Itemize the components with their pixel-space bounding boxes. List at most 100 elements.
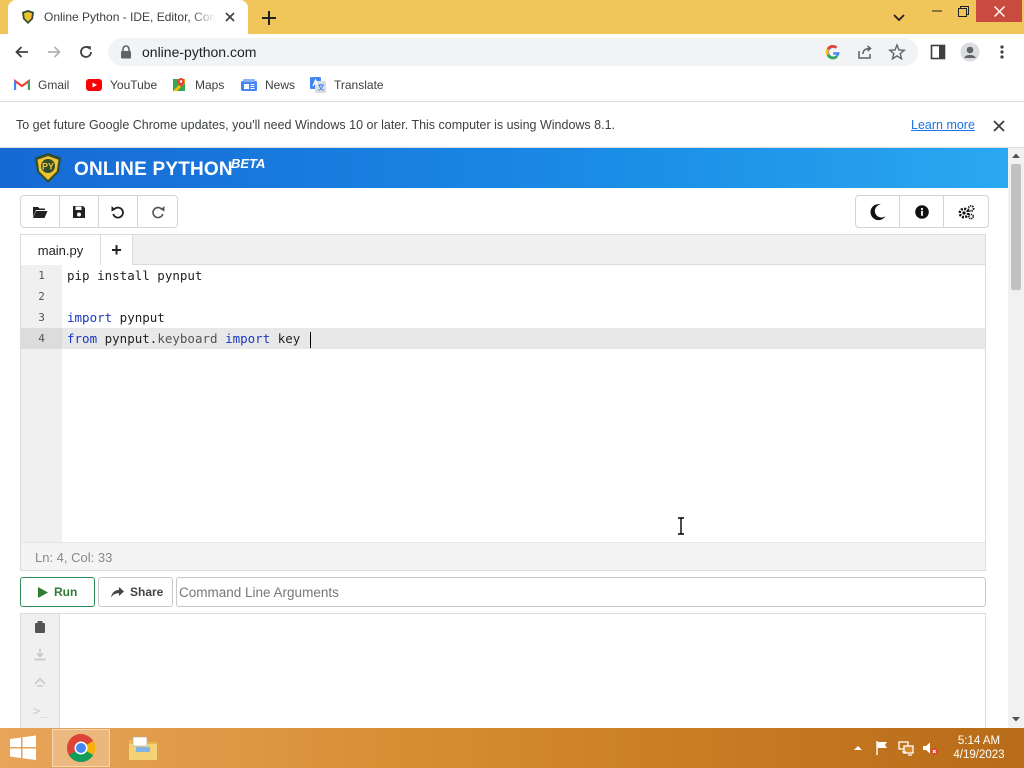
code-area[interactable]: pip install pynput import pynput from py… bbox=[62, 265, 985, 542]
output-console: >_ bbox=[20, 613, 986, 728]
download-icon bbox=[34, 649, 46, 661]
file-toolbar bbox=[20, 195, 178, 228]
volume-muted-icon[interactable] bbox=[922, 740, 938, 756]
window-restore-button[interactable] bbox=[950, 0, 976, 22]
open-file-button[interactable] bbox=[21, 196, 60, 227]
bookmark-news[interactable]: News bbox=[241, 76, 295, 94]
reload-button[interactable] bbox=[74, 40, 98, 64]
keyword-token: import bbox=[67, 310, 113, 325]
scroll-down-icon[interactable] bbox=[1012, 715, 1020, 723]
bookmark-maps[interactable]: Maps bbox=[171, 76, 224, 94]
redo-button[interactable] bbox=[138, 196, 177, 227]
bookmark-translate[interactable]: Translate bbox=[310, 76, 384, 94]
beta-badge: BETA bbox=[231, 156, 266, 171]
console-sidebar: >_ bbox=[21, 614, 60, 728]
line-number-gutter: 1 2 3 4 bbox=[21, 265, 62, 542]
logo-text: PY bbox=[42, 162, 54, 172]
cursor-position: Ln: 4, Col: 33 bbox=[35, 550, 113, 565]
chrome-icon bbox=[67, 734, 95, 762]
settings-button[interactable] bbox=[944, 196, 988, 227]
close-icon[interactable] bbox=[991, 118, 1007, 134]
clock-time: 5:14 AM bbox=[957, 735, 1001, 747]
redo-icon bbox=[151, 205, 164, 218]
address-bar[interactable]: online-python.com bbox=[108, 38, 918, 66]
file-tab-main-py[interactable]: main.py bbox=[21, 235, 101, 265]
share-page-icon[interactable] bbox=[856, 43, 874, 61]
text-cursor bbox=[309, 331, 312, 348]
restore-icon bbox=[957, 5, 969, 17]
arrow-right-icon bbox=[48, 46, 61, 58]
code-text: pip install pynput bbox=[67, 268, 203, 283]
taskbar-file-explorer[interactable] bbox=[114, 729, 172, 767]
scroll-up-icon[interactable] bbox=[1012, 152, 1020, 160]
code-line-active: from pynput.keyboard import key bbox=[62, 328, 985, 349]
shield-favicon-icon bbox=[22, 10, 34, 24]
dark-mode-button[interactable] bbox=[856, 196, 900, 227]
translate-icon bbox=[310, 77, 326, 93]
bookmark-gmail[interactable]: Gmail bbox=[14, 76, 69, 94]
new-tab-icon[interactable] bbox=[258, 7, 280, 29]
chevron-down-icon[interactable] bbox=[888, 6, 910, 28]
bookmark-label: News bbox=[265, 78, 296, 92]
clock-date: 4/19/2023 bbox=[953, 749, 1005, 761]
action-center-flag-icon[interactable] bbox=[874, 740, 890, 756]
side-panel-icon bbox=[930, 44, 946, 60]
bookmark-label: Maps bbox=[195, 78, 225, 92]
infobar-message: To get future Google Chrome updates, you… bbox=[16, 118, 615, 132]
line-number: 3 bbox=[38, 311, 45, 324]
window-minimize-button[interactable] bbox=[924, 0, 950, 22]
info-button[interactable] bbox=[900, 196, 944, 227]
site-title: ONLINE PYTHON bbox=[74, 159, 233, 180]
code-text: key bbox=[270, 331, 308, 346]
tab-close-icon[interactable] bbox=[222, 9, 238, 25]
back-button[interactable] bbox=[10, 40, 34, 64]
terminal-icon[interactable]: >_ bbox=[33, 704, 47, 718]
share-button[interactable]: Share bbox=[98, 577, 173, 607]
clear-console-button[interactable] bbox=[33, 620, 47, 634]
windows-start-icon[interactable] bbox=[6, 734, 40, 762]
window-close-button[interactable] bbox=[976, 0, 1022, 22]
youtube-icon bbox=[86, 79, 102, 91]
info-icon bbox=[914, 204, 929, 219]
bookmark-youtube[interactable]: YouTube bbox=[86, 76, 157, 94]
command-line-arguments-input[interactable] bbox=[176, 577, 986, 607]
undo-icon bbox=[111, 205, 124, 218]
chrome-menu-button[interactable] bbox=[990, 40, 1014, 64]
network-icon[interactable] bbox=[898, 740, 914, 756]
bookmark-star-icon[interactable] bbox=[888, 43, 906, 61]
profile-avatar-icon bbox=[960, 42, 980, 62]
taskbar-chrome[interactable] bbox=[52, 729, 110, 767]
download-output-button[interactable] bbox=[33, 648, 47, 662]
attribute-token: keyboard bbox=[157, 331, 218, 346]
browser-tab[interactable]: Online Python - IDE, Editor, Compiler, I… bbox=[8, 0, 248, 34]
editor-statusbar: Ln: 4, Col: 33 bbox=[21, 542, 985, 570]
forward-button[interactable] bbox=[42, 40, 66, 64]
line-number: 2 bbox=[38, 290, 45, 303]
save-file-button[interactable] bbox=[60, 196, 99, 227]
reload-icon bbox=[80, 46, 92, 58]
scrollbar-thumb[interactable] bbox=[1011, 164, 1021, 290]
site-header: PY ONLINE PYTHON BETA bbox=[0, 148, 1008, 188]
clipboard-icon bbox=[35, 621, 45, 633]
learn-more-link[interactable]: Learn more bbox=[911, 118, 975, 132]
bookmarks-bar: Gmail YouTube Maps News Translate bbox=[0, 70, 1024, 100]
google-lens-icon[interactable] bbox=[824, 43, 842, 61]
show-hidden-icons-icon[interactable] bbox=[850, 740, 866, 756]
code-editor: main.py + 1 2 3 4 pip install pynput imp… bbox=[20, 234, 986, 571]
expand-console-button[interactable] bbox=[33, 676, 47, 690]
editor-tabbar: main.py + bbox=[21, 235, 985, 265]
moon-icon bbox=[870, 203, 885, 220]
code-text: pynput. bbox=[97, 331, 158, 346]
profile-button[interactable] bbox=[958, 40, 982, 64]
undo-button[interactable] bbox=[99, 196, 138, 227]
side-panel-button[interactable] bbox=[926, 40, 950, 64]
add-file-tab-button[interactable]: + bbox=[101, 235, 133, 265]
maps-icon bbox=[173, 78, 185, 91]
run-button[interactable]: Run bbox=[20, 577, 95, 607]
taskbar-clock[interactable]: 5:14 AM 4/19/2023 bbox=[944, 734, 1014, 762]
minimize-icon bbox=[932, 10, 942, 12]
python-logo-icon[interactable]: PY bbox=[32, 152, 64, 184]
bookmark-label: Gmail bbox=[38, 78, 70, 92]
code-line: import pynput bbox=[62, 307, 985, 328]
page-scrollbar[interactable] bbox=[1008, 148, 1024, 728]
